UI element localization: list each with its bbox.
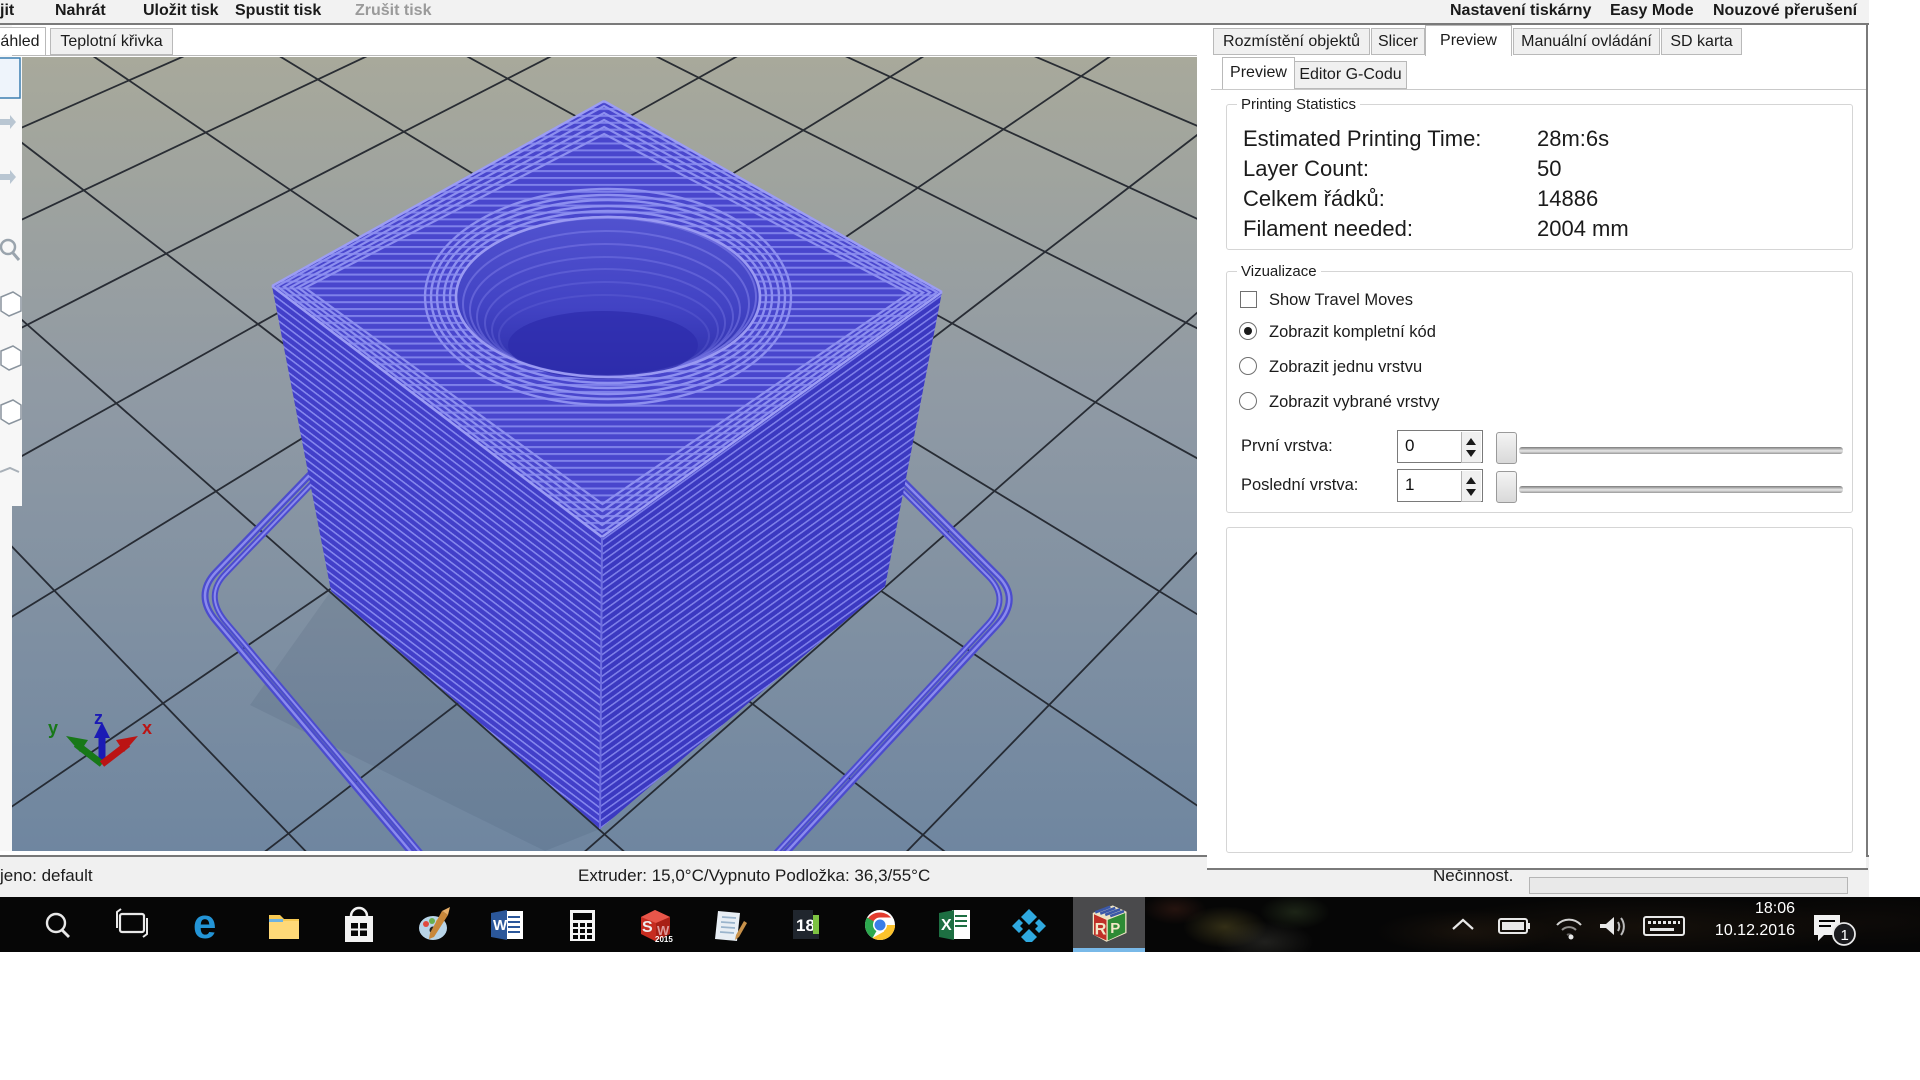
svg-text:P: P [1110,920,1120,937]
svg-text:x: x [142,718,152,738]
svg-text:y: y [48,718,58,738]
svg-text:2015: 2015 [655,935,673,944]
svg-text:e: e [193,900,216,947]
svg-text:z: z [94,708,103,728]
svg-text:18: 18 [796,916,815,935]
svg-text:R: R [1095,920,1107,938]
svg-text:W: W [493,917,508,934]
svg-text:1: 1 [1841,927,1849,944]
svg-text:S: S [642,919,653,936]
svg-text:X: X [941,917,952,934]
